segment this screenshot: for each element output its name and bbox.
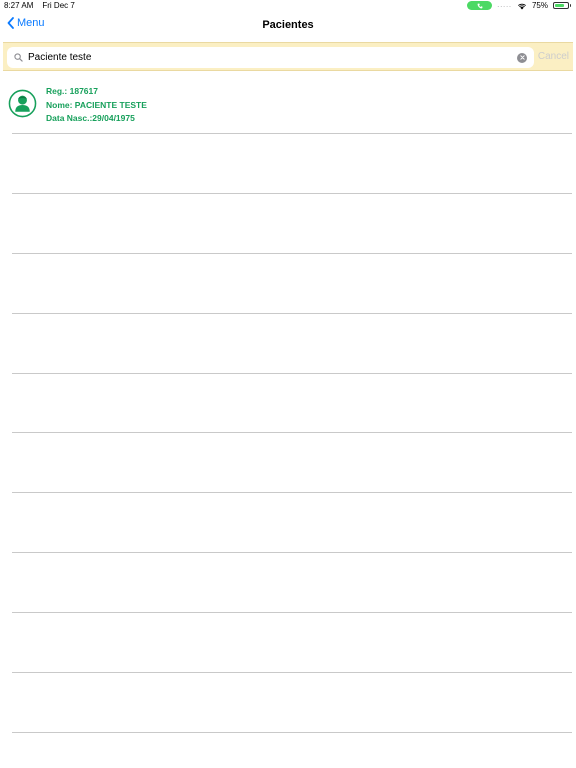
wifi-icon [517,2,527,10]
patient-registration: Reg.: 187617 [46,86,98,96]
row-divider [12,492,572,493]
patient-info: Reg.: 187617 Nome: PACIENTE TESTE Data N… [46,85,147,126]
row-divider [12,552,572,553]
search-field[interactable] [7,47,534,68]
status-right: ..... 75% [467,1,571,10]
phone-icon [477,3,483,8]
row-divider [12,133,572,134]
row-divider [12,612,572,613]
row-divider [12,672,572,673]
battery-body [553,2,569,9]
search-input[interactable] [28,48,517,67]
navigation-bar: Menu Pacientes [0,12,576,40]
status-left: 8:27 AM Fri Dec 7 [4,1,75,10]
status-bar: 8:27 AM Fri Dec 7 ..... 75% [0,0,576,12]
patient-list: Reg.: 187617 Nome: PACIENTE TESTE Data N… [0,73,576,134]
patient-avatar-icon [8,89,37,118]
page-title: Pacientes [262,19,314,31]
battery-percent: 75% [531,1,548,10]
search-icon [14,53,23,62]
row-divider [12,313,572,314]
status-date: Fri Dec 7 [42,1,75,10]
clear-search-icon[interactable] [517,52,527,63]
row-divider [12,253,572,254]
status-time: 8:27 AM [4,1,34,10]
search-bar: Cancel [3,42,573,71]
table-row[interactable]: Reg.: 187617 Nome: PACIENTE TESTE Data N… [0,73,576,134]
battery-fill [555,4,564,7]
battery-icon [553,2,571,9]
row-divider [12,193,572,194]
row-divider [12,432,572,433]
battery-cap [570,4,571,7]
cancel-button[interactable]: Cancel [538,51,569,62]
row-divider [12,732,572,733]
call-indicator[interactable] [467,1,493,10]
row-divider [12,373,572,374]
patient-name: Nome: PACIENTE TESTE [46,99,147,110]
cellular-signal-icon: ..... [497,1,512,9]
patient-birth-date: Data Nasc.:29/04/1975 [46,113,135,123]
